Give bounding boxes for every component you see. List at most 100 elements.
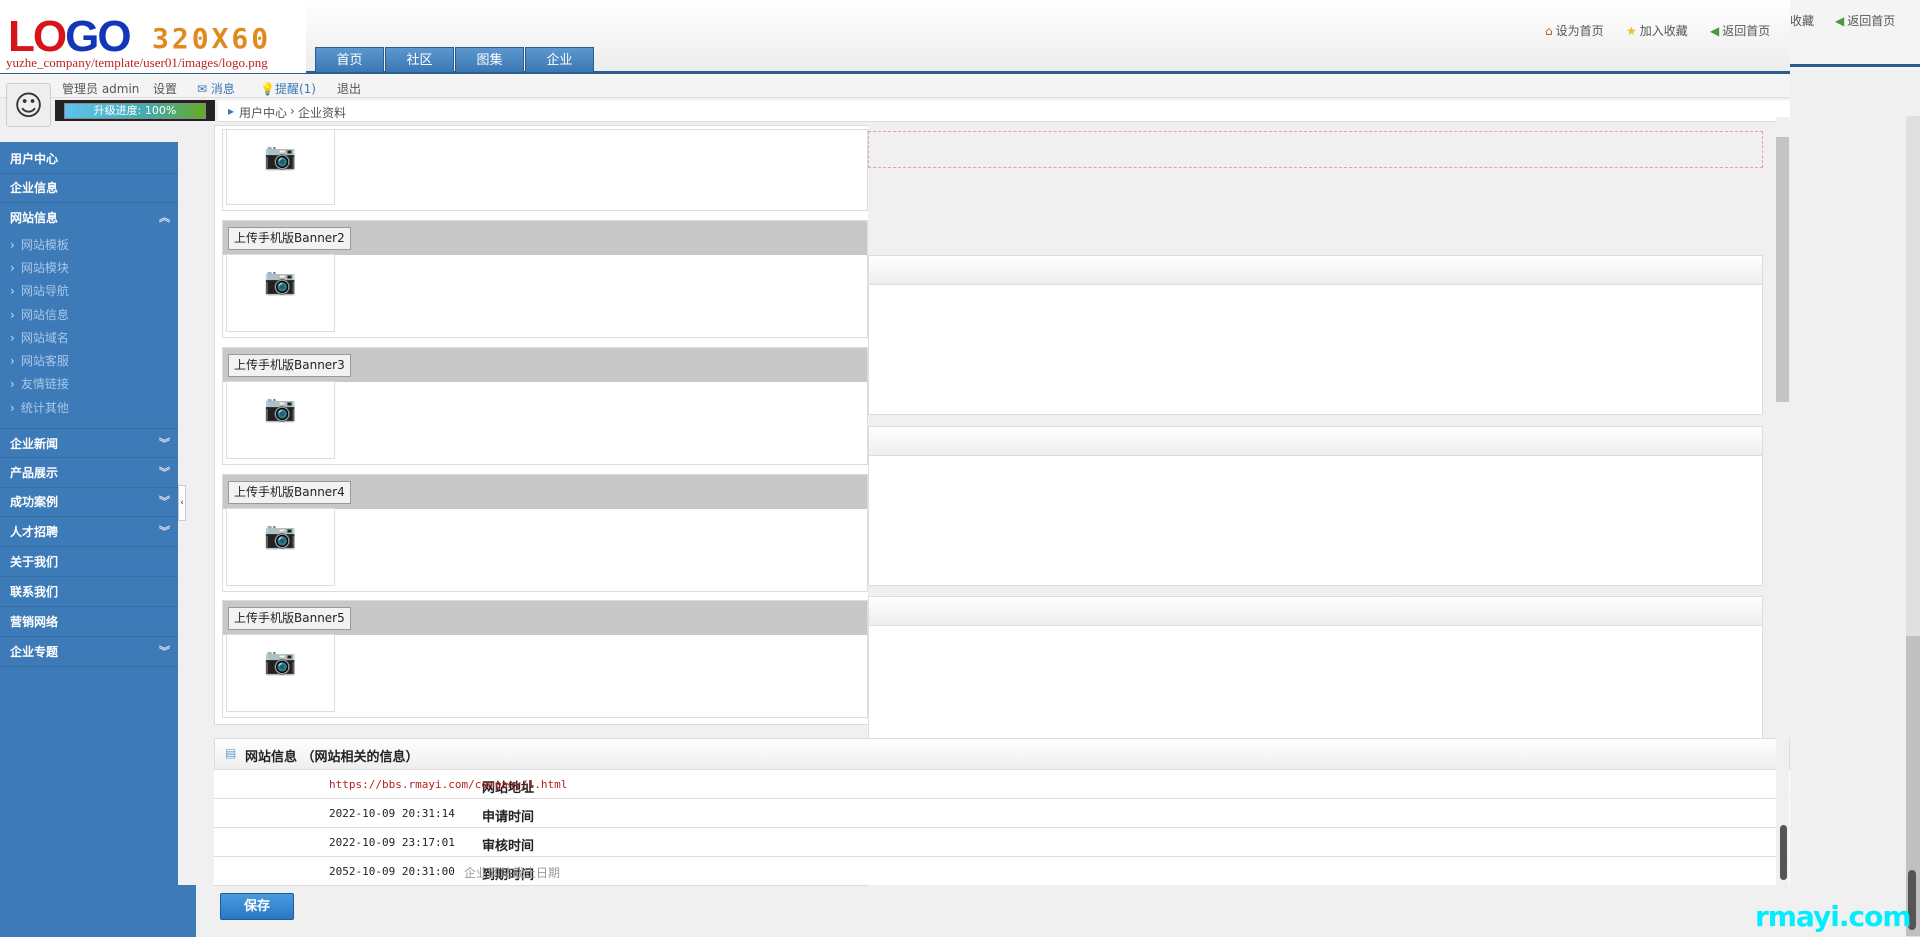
label: 营销网络 [10, 615, 59, 629]
info-row-url: 网站地址 https://bbs.rmayi.com/company/1.html [214, 770, 1790, 799]
banner-image-placeholder[interactable]: 📷 [226, 508, 335, 586]
breadcrumb-user-center[interactable]: 用户中心 [239, 104, 287, 121]
sidebar-subitem[interactable]: 网站信息 [10, 305, 69, 325]
label: 企业专题 [10, 645, 59, 659]
nav-tab-gallery[interactable]: 图集 [455, 47, 524, 72]
watermark: rmayi.com [1755, 900, 1912, 933]
sidebar-item-site-info[interactable]: 网站信息 ︽ [0, 203, 178, 233]
inner-scrollbar[interactable] [1776, 117, 1789, 885]
label: 联系我们 [10, 585, 59, 599]
content-box [868, 596, 1763, 756]
breadcrumb: ▸ 用户中心 › 企业资料 [218, 100, 1790, 122]
upgrade-progress-bar: 升级进度: 100% [64, 103, 206, 119]
content-box [868, 426, 1763, 586]
sidebar-subitem[interactable]: 统计其他 [10, 398, 69, 418]
favorite-link-dup[interactable]: 收藏 [1790, 12, 1814, 29]
info-row-expire-time: 到期时间 2052-10-09 20:31:00 企业网站截止日期 [214, 857, 1790, 886]
link-label: 返回首页 [1722, 24, 1771, 38]
breadcrumb-company-profile[interactable]: 企业资料 [298, 104, 346, 121]
logout-link[interactable]: 退出 [337, 80, 361, 97]
sidebar-item-user-center[interactable]: 用户中心 [0, 144, 178, 174]
sidebar-subitem[interactable]: 网站导航 [10, 281, 69, 301]
divider [1790, 64, 1920, 67]
site-info-title: 网站信息 （网站相关的信息） [245, 750, 419, 765]
info-row-review-time: 审核时间 2022-10-09 23:17:01 [214, 828, 1790, 857]
camera-icon: 📷 [264, 142, 297, 172]
sidebar-item-news[interactable]: 企业新闻 ︾ [0, 428, 178, 458]
label: 用户中心 [10, 152, 59, 166]
username: 管理员 admin [62, 82, 140, 96]
banner-image-placeholder[interactable]: 📷 [226, 254, 335, 332]
sidebar-item-network[interactable]: 营销网络 [0, 607, 178, 637]
sidebar-item-about[interactable]: 关于我们 [0, 547, 178, 577]
chevron-down-icon: ︾ [159, 437, 170, 450]
scrollbar-thumb[interactable] [1776, 137, 1789, 402]
info-value: 2022-10-09 23:17:01 [329, 836, 455, 849]
sidebar: 用户中心 企业信息 网站信息 ︽ 网站模板 网站模块 网站导航 网站信息 网站域名… [0, 142, 178, 937]
sidebar-item-products[interactable]: 产品展示 ︾ [0, 458, 178, 488]
chevron-down-icon: ︾ [159, 466, 170, 479]
return-home-link-dup[interactable]: ◀ 返回首页 [1835, 12, 1895, 29]
upload-banner3-button[interactable]: 上传手机版Banner3 [228, 354, 351, 377]
messages-label: 消息 [210, 82, 235, 96]
page-scrollbar[interactable] [1906, 116, 1920, 937]
return-home-link[interactable]: ◀ 返回首页 [1710, 22, 1770, 39]
sidebar-subitem[interactable]: 友情链接 [10, 374, 69, 394]
sidebar-subitem[interactable]: 网站模块 [10, 258, 69, 278]
save-button[interactable]: 保存 [220, 893, 294, 920]
reminders-label: 提醒(1) [274, 82, 316, 96]
banner-image-placeholder[interactable]: 📷 [226, 381, 335, 459]
header-overlap [1790, 0, 1920, 70]
sidebar-bottom [0, 885, 196, 937]
chevron-down-icon: ︾ [159, 525, 170, 538]
label: 企业新闻 [10, 437, 59, 451]
label: 产品展示 [10, 466, 59, 480]
label: 企业信息 [10, 181, 59, 195]
link-label: 加入收藏 [1639, 24, 1688, 38]
scroll-indicator[interactable] [1780, 825, 1787, 880]
site-info-header: ▤ 网站信息 （网站相关的信息） [214, 738, 1790, 770]
set-homepage-link[interactable]: ⌂ 设为首页 [1545, 22, 1604, 39]
upload-banner2-button[interactable]: 上传手机版Banner2 [228, 227, 351, 250]
upload-banner4-button[interactable]: 上传手机版Banner4 [228, 481, 351, 504]
logo-path: yuzhe_company/template/user01/images/log… [6, 55, 268, 70]
progress-label: 升级进度: 100% [93, 104, 177, 117]
sidebar-item-contact[interactable]: 联系我们 [0, 577, 178, 607]
sidebar-item-topics[interactable]: 企业专题 ︾ [0, 637, 178, 667]
add-favorite-link[interactable]: ★ 加入收藏 [1626, 22, 1688, 39]
settings-link[interactable]: 设置 [153, 80, 177, 97]
nav-tab-home[interactable]: 首页 [315, 47, 384, 72]
lightbulb-icon: 💡 [260, 82, 275, 96]
nav-tab-community[interactable]: 社区 [385, 47, 454, 72]
back-arrow-icon: ◀ [1835, 13, 1845, 28]
sidebar-item-company-info[interactable]: 企业信息 [0, 173, 178, 203]
bottom-fill [868, 885, 1790, 937]
label: 成功案例 [10, 495, 59, 509]
sidebar-subitem[interactable]: 网站客服 [10, 351, 69, 371]
upload-banner5-button[interactable]: 上传手机版Banner5 [228, 607, 351, 630]
nav-tab-company[interactable]: 企业 [525, 47, 594, 72]
camera-icon: 📷 [264, 647, 297, 677]
logo[interactable]: LOGO 320X60 yuzhe_company/template/user0… [0, 0, 306, 73]
info-label: 申请时间 [481, 810, 534, 825]
avatar-face-icon: ☺ [13, 88, 44, 122]
info-note: 企业网站截止日期 [464, 866, 561, 880]
banner-image-placeholder[interactable]: 📷 [226, 634, 335, 712]
site-url-link[interactable]: https://bbs.rmayi.com/company/1.html [329, 778, 567, 791]
collapse-sidebar-toggle[interactable]: ‹ [178, 485, 186, 521]
banner-image-placeholder[interactable]: 📷 [226, 129, 335, 205]
avatar[interactable]: ☺ [6, 83, 51, 127]
label: 人才招聘 [10, 525, 59, 539]
logo-size: 320X60 [152, 22, 272, 55]
mail-icon: ✉ [197, 82, 208, 96]
chevron-down-icon: ︾ [159, 645, 170, 658]
star-icon: ★ [1626, 23, 1637, 38]
sidebar-item-jobs[interactable]: 人才招聘 ︾ [0, 517, 178, 547]
breadcrumb-separator-icon: › [290, 104, 295, 118]
messages-link[interactable]: ✉ 消息 [197, 80, 235, 97]
sidebar-item-cases[interactable]: 成功案例 ︾ [0, 487, 178, 517]
reminders-link[interactable]: 💡提醒(1) [260, 80, 316, 97]
sidebar-subitem[interactable]: 网站域名 [10, 328, 69, 348]
link-label: 返回首页 [1847, 14, 1896, 28]
sidebar-subitem[interactable]: 网站模板 [10, 235, 69, 255]
